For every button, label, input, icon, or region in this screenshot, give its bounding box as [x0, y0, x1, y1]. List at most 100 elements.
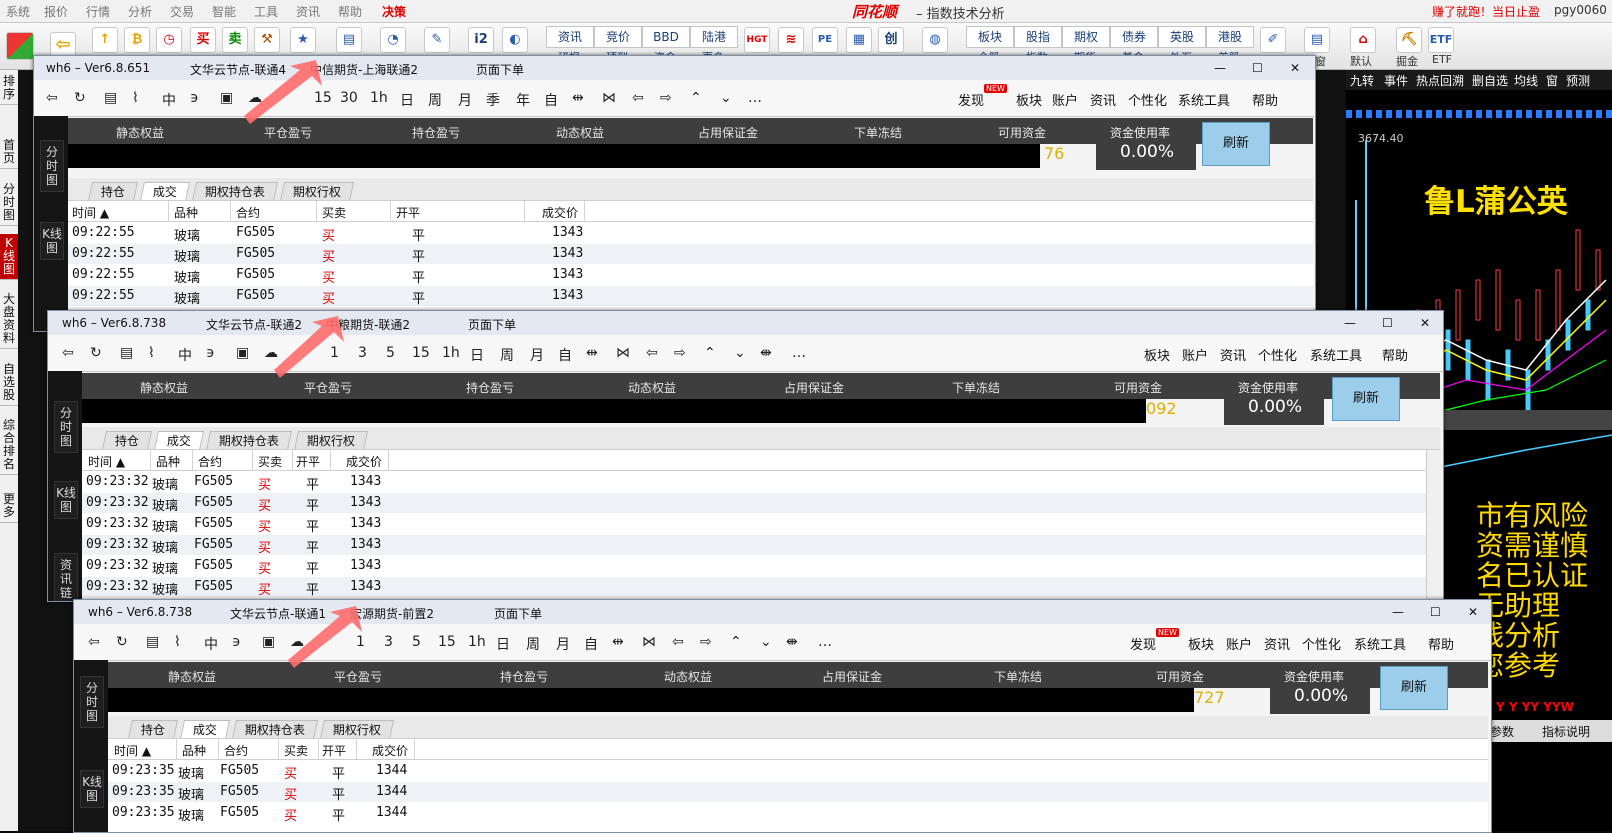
tab-option-positions[interactable]: 期权持仓表 — [191, 182, 279, 201]
tab-option-positions[interactable]: 期权持仓表 — [231, 720, 319, 739]
refresh-icon[interactable]: ↻ — [74, 90, 86, 106]
tab-event[interactable]: 事件 — [1384, 72, 1408, 89]
col-time[interactable]: 时间 ▲ — [72, 204, 109, 221]
pe-icon[interactable]: PE — [812, 27, 838, 53]
cloud-icon[interactable]: ☁ — [248, 90, 262, 106]
lightning-icon[interactable]: ϶ — [232, 634, 241, 650]
side-tab-kline[interactable]: K线图 — [80, 770, 104, 808]
line-chart-icon[interactable]: ⌇ — [148, 345, 155, 361]
clock-icon[interactable]: ◷ — [156, 27, 182, 53]
interval-15[interactable]: 15 — [412, 345, 430, 361]
side-tab-timeshare[interactable]: 分时图 — [40, 140, 64, 192]
menu-sector[interactable]: 板块 — [1016, 90, 1042, 109]
cloud-icon[interactable]: ☁ — [264, 345, 278, 361]
interval-1h[interactable]: 1h — [370, 90, 388, 106]
menu-news[interactable]: 资讯 — [1264, 634, 1290, 653]
zoom-in-icon[interactable]: ⇹ — [586, 345, 598, 361]
tab-del-watch[interactable]: 删自选 — [1472, 72, 1508, 89]
tab-option-exercise[interactable]: 期权行权 — [279, 182, 355, 201]
candle-icon[interactable]: 中 — [162, 90, 176, 110]
dragon-icon[interactable]: ≋ — [778, 27, 804, 53]
side-tab-kline[interactable]: K线图 — [40, 222, 64, 260]
window-icon[interactable]: ▤ — [336, 27, 362, 53]
btn-auction[interactable]: 竞价 — [594, 26, 642, 48]
tab-hotspot[interactable]: 热点回溯 — [1416, 72, 1464, 89]
up-icon[interactable]: ⌃ — [704, 345, 716, 361]
more-icon[interactable]: … — [748, 90, 762, 106]
interval-30[interactable]: 30 — [340, 90, 358, 106]
window-titlebar[interactable]: wh6 – Ver6.8.738 文华云节点-联通1 宏源期货-前置2 页面下单… — [74, 600, 1491, 624]
line-chart-icon[interactable]: ⌇ — [132, 90, 139, 106]
table-row[interactable]: 09:22:55 玻璃 FG505 买 平 1343 — [68, 286, 1313, 307]
lightning-icon[interactable]: ϶ — [190, 90, 199, 106]
zoom-out-icon[interactable]: ⋈ — [616, 345, 630, 361]
col-variety[interactable]: 品种 — [156, 453, 180, 470]
table-row[interactable]: 09:23:32 玻璃 FG505 买 平 1343 — [82, 493, 1440, 514]
menu-quotes[interactable]: 报价 — [44, 3, 68, 20]
coin-icon[interactable]: ₿ — [124, 27, 150, 53]
up-icon[interactable]: ⌃ — [690, 90, 702, 106]
minimize-icon[interactable]: — — [1392, 605, 1404, 619]
table-row[interactable]: 09:23:32 玻璃 FG505 买 平 1343 — [82, 556, 1440, 577]
tab-trades[interactable]: 成交 — [153, 431, 205, 450]
zoom-out-icon[interactable]: ⋈ — [602, 90, 616, 106]
more-icon[interactable]: … — [792, 345, 806, 361]
globe-icon[interactable]: ◍ — [922, 27, 948, 53]
menu-smart[interactable]: 智能 — [212, 3, 236, 20]
tab-option-exercise[interactable]: 期权行权 — [293, 431, 369, 450]
tab-option-exercise[interactable]: 期权行权 — [319, 720, 395, 739]
list-icon[interactable]: ▤ — [104, 90, 117, 106]
table-row[interactable]: 09:22:55 玻璃 FG505 买 平 1343 — [68, 244, 1313, 265]
interval-week[interactable]: 周 — [428, 90, 442, 110]
right-icon[interactable]: ⇨ — [660, 90, 672, 106]
interval-3[interactable]: 3 — [358, 345, 367, 361]
tab-trades[interactable]: 成交 — [139, 182, 191, 201]
sidebar-item-market-data[interactable]: 大盘资料 — [0, 290, 18, 349]
etf-icon[interactable]: ETF — [1428, 27, 1454, 53]
tab-predict[interactable]: 预测 — [1566, 72, 1590, 89]
interval-month[interactable]: 月 — [458, 90, 472, 110]
close-icon[interactable]: ✕ — [1420, 316, 1430, 330]
refresh-icon[interactable]: ↻ — [116, 634, 128, 650]
tab-positions[interactable]: 持仓 — [101, 431, 153, 450]
favorite-icon[interactable]: ★ — [290, 27, 316, 53]
col-side[interactable]: 买卖 — [284, 742, 308, 759]
menu-news[interactable]: 资讯 — [1090, 90, 1116, 109]
lightning-icon[interactable]: ϶ — [206, 345, 215, 361]
multi-window-icon[interactable]: ▤ — [1304, 27, 1330, 53]
sidebar-item-home[interactable]: 首页 — [0, 136, 18, 169]
menu-account[interactable]: 账户 — [1182, 345, 1208, 364]
sell-icon[interactable]: 卖 — [222, 27, 248, 53]
table-row[interactable]: 09:23:35 玻璃 FG505 买 平 1344 — [108, 803, 1488, 824]
trend-icon[interactable]: ◐ — [502, 27, 528, 53]
interval-custom[interactable]: 自 — [584, 634, 598, 654]
menu-tools[interactable]: 工具 — [254, 3, 278, 20]
interval-month[interactable]: 月 — [556, 634, 570, 654]
candle-icon[interactable]: 中 — [204, 634, 218, 654]
split-icon[interactable]: ⇼ — [786, 634, 798, 650]
hgt-icon[interactable]: HGT — [744, 27, 770, 53]
maximize-icon[interactable]: ☐ — [1382, 316, 1393, 330]
tab-window[interactable]: 窗 — [1546, 72, 1558, 89]
menu-discover[interactable]: 发现 NEW — [958, 84, 1007, 109]
tab-nine-turn[interactable]: 九转 — [1350, 72, 1374, 89]
zoom-out-icon[interactable]: ⋈ — [642, 634, 656, 650]
col-side[interactable]: 买卖 — [322, 204, 346, 221]
indicator-help-button[interactable]: 指标说明 — [1542, 723, 1590, 740]
sidebar-item-kline[interactable]: K线图 — [0, 234, 18, 280]
col-price[interactable]: 成交价 — [346, 453, 382, 470]
menu-news[interactable]: 资讯 — [296, 3, 320, 20]
side-tab-kline[interactable]: K线图 — [54, 481, 78, 519]
maximize-icon[interactable]: ☐ — [1252, 61, 1263, 75]
right-icon[interactable]: ⇨ — [674, 345, 686, 361]
col-variety[interactable]: 品种 — [182, 742, 206, 759]
interval-week[interactable]: 周 — [526, 634, 540, 654]
interval-3[interactable]: 3 — [384, 634, 393, 650]
left-icon[interactable]: ⇦ — [646, 345, 658, 361]
interval-week[interactable]: 周 — [500, 345, 514, 365]
side-tab-news-chain[interactable]: 资讯链 — [54, 553, 78, 601]
menu-sector[interactable]: 板块 — [1144, 345, 1170, 364]
interval-5[interactable]: 5 — [412, 634, 421, 650]
zoom-in-icon[interactable]: ⇹ — [572, 90, 584, 106]
grid-icon[interactable]: ▣ — [236, 345, 249, 361]
